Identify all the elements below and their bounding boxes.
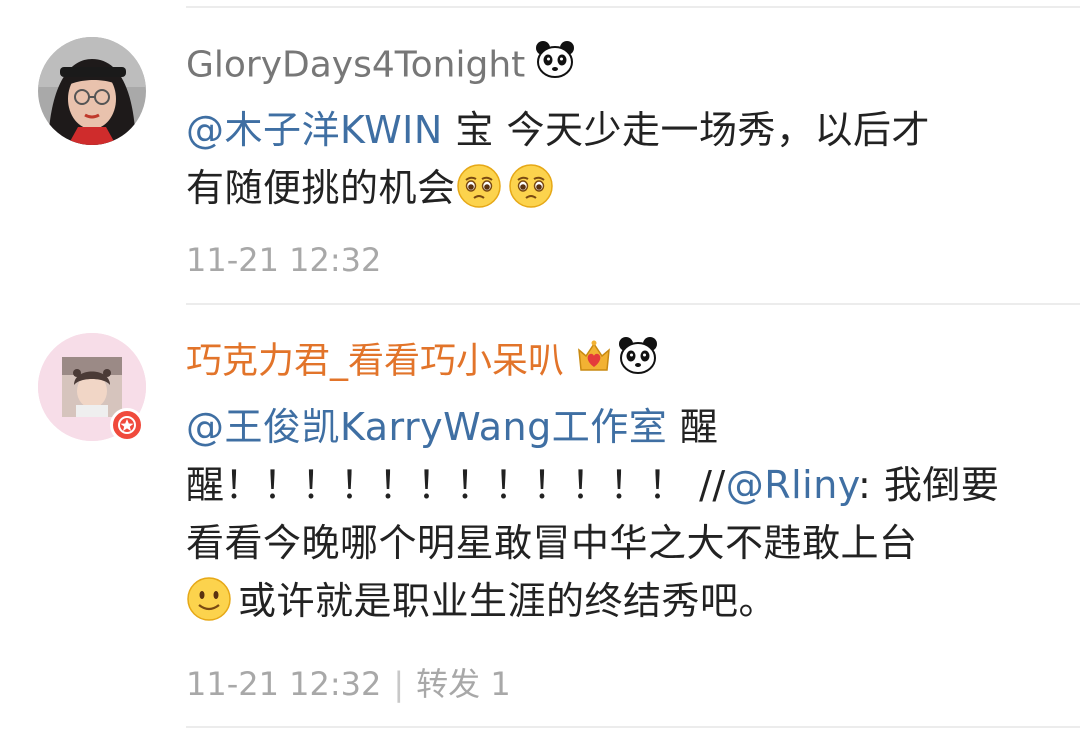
repost-count[interactable]: 转发 1 <box>416 665 511 703</box>
comment-text-segment: 或许就是职业生涯的终结秀吧。 <box>238 579 778 623</box>
panda-icon <box>535 40 575 91</box>
comment-meta: 11-21 12:32 <box>186 240 381 280</box>
username[interactable]: GloryDays4Tonight <box>186 45 525 86</box>
comment-meta: 11-21 12:32 | 转发 1 <box>186 664 511 704</box>
divider <box>186 303 1080 305</box>
divider <box>186 6 1080 8</box>
comment-text-segment: 有随便挑的机会 <box>186 166 456 210</box>
avatar[interactable] <box>38 37 146 145</box>
comment-text: @王俊凯KarryWang工作室 醒 醒！！！！！！！！！！！！ //@Rlin… <box>186 398 1036 630</box>
pleading-face-emoji <box>456 163 502 209</box>
divider <box>186 726 1080 728</box>
timestamp: 11-21 12:32 <box>186 241 382 279</box>
comment-text-segment: 醒 <box>667 405 719 449</box>
mention-link[interactable]: @王俊凯KarryWang工作室 <box>186 405 667 449</box>
username-row: 巧克力君_看看巧小呆叭 <box>186 336 658 382</box>
mention-link[interactable]: @木子洋KWIN <box>186 108 443 152</box>
verified-badge <box>110 408 144 442</box>
panda-icon <box>618 336 658 387</box>
meta-separator: | <box>393 665 405 703</box>
comment-text-segment: 看看今晚哪个明星敢冒中华之大不韪敢上台 <box>186 521 918 565</box>
timestamp: 11-21 12:32 <box>186 665 382 703</box>
comment-text-segment: 醒！！！！！！！！！！！！ // <box>186 463 726 507</box>
comment-text-segment: 宝 今天少走一场秀，以后才 <box>442 108 930 152</box>
comment-list: GloryDays4Tonight @木子洋KWIN 宝 今天少走一场秀，以后才 <box>0 0 1080 729</box>
slight-smile-emoji <box>186 576 232 622</box>
crown-heart-icon <box>574 336 614 387</box>
pleading-face-emoji <box>508 163 554 209</box>
comment-text: @木子洋KWIN 宝 今天少走一场秀，以后才 有随便挑的机会 <box>186 101 1036 217</box>
username-row: GloryDays4Tonight <box>186 40 575 86</box>
mention-link[interactable]: @Rliny <box>726 463 858 507</box>
username[interactable]: 巧克力君_看看巧小呆叭 <box>186 341 564 382</box>
comment-text-segment: : 我倒要 <box>858 463 1000 507</box>
